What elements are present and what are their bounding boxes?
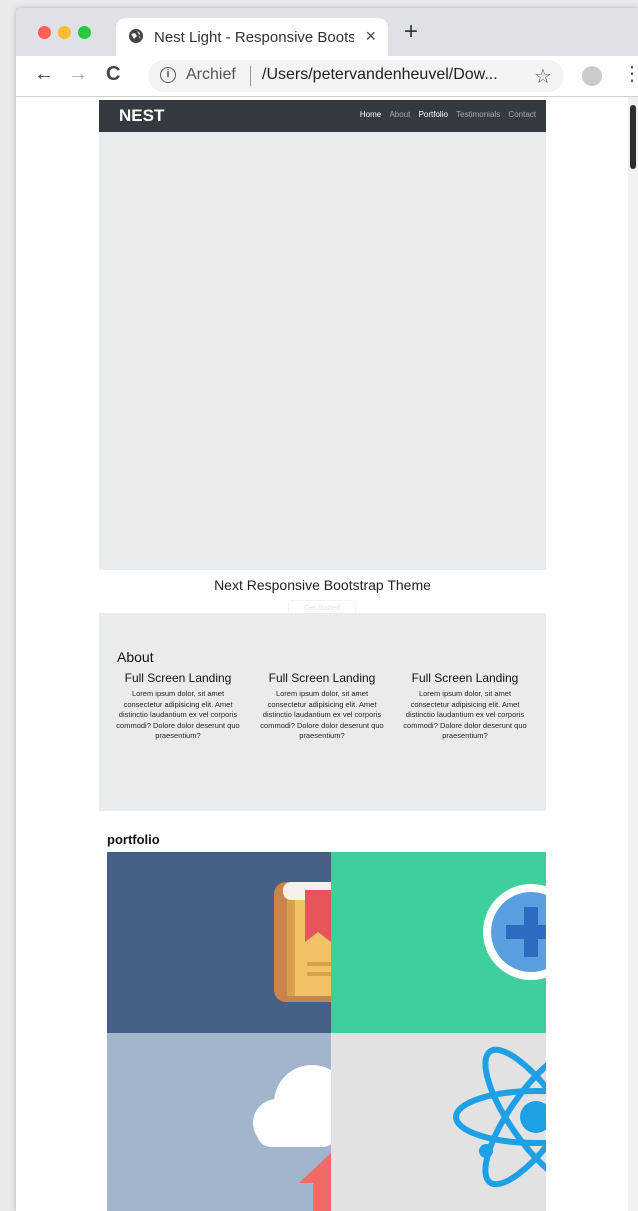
browser-toolbar: ← → C i Archief /Users/petervandenheuvel… <box>16 56 638 97</box>
card-text: Lorem ipsum dolor, sit amet consectetur … <box>260 689 384 740</box>
portfolio-item-atom[interactable] <box>331 1033 546 1211</box>
bookmark-star-icon[interactable]: ☆ <box>534 64 552 89</box>
card-text: Lorem ipsum dolor, sit amet consectetur … <box>116 689 240 740</box>
cloud-upload-icon <box>253 1065 331 1211</box>
reload-button[interactable]: C <box>106 62 120 86</box>
new-tab-button[interactable]: + <box>404 20 418 44</box>
page-scrollbar[interactable] <box>628 97 638 1211</box>
atom-icon <box>453 1046 546 1188</box>
page-content: NEST Home About Portfolio Testimonials C… <box>16 97 638 1211</box>
browser-window: Nest Light - Responsive Bootstrap Theme … <box>16 8 638 1211</box>
browser-tab[interactable]: Nest Light - Responsive Bootstrap Theme … <box>116 18 388 56</box>
maximize-window-button[interactable] <box>78 26 91 39</box>
about-card: Full Screen Landing Lorem ipsum dolor, s… <box>113 671 243 742</box>
portfolio-item-cloud[interactable] <box>107 1033 331 1211</box>
nav-links: Home About Portfolio Testimonials Contac… <box>354 110 536 119</box>
portfolio-title: portfolio <box>107 832 160 847</box>
title-bar: Nest Light - Responsive Bootstrap Theme … <box>16 8 638 56</box>
address-bar[interactable]: i Archief /Users/petervandenheuvel/Dow..… <box>148 60 564 92</box>
nav-link-portfolio[interactable]: Portfolio <box>419 110 448 119</box>
menu-icon[interactable]: ⋮ <box>622 64 638 84</box>
about-card: Full Screen Landing Lorem ipsum dolor, s… <box>257 671 387 742</box>
portfolio-item-plus[interactable] <box>331 852 546 1033</box>
card-title: Full Screen Landing <box>124 671 232 685</box>
tab-close-icon[interactable]: × <box>365 26 376 47</box>
book-icon <box>274 882 331 1002</box>
hero-title: Next Responsive Bootstrap Theme <box>214 577 431 593</box>
about-section: About Full Screen Landing Lorem ipsum do… <box>99 613 546 811</box>
close-window-button[interactable] <box>38 26 51 39</box>
site-navbar: NEST Home About Portfolio Testimonials C… <box>99 100 546 132</box>
address-scheme-label: Archief <box>186 66 236 83</box>
address-separator <box>250 66 251 86</box>
tab-title: Nest Light - Responsive Bootstrap Theme <box>154 29 354 46</box>
nav-link-home[interactable]: Home <box>360 110 381 119</box>
profile-avatar[interactable] <box>582 66 602 86</box>
portfolio-item-book[interactable] <box>107 852 331 1033</box>
about-title: About <box>117 649 154 665</box>
nav-link-contact[interactable]: Contact <box>508 110 536 119</box>
nav-link-about[interactable]: About <box>389 110 410 119</box>
address-url[interactable]: /Users/petervandenheuvel/Dow... <box>262 66 498 84</box>
card-title: Full Screen Landing <box>411 671 519 685</box>
back-button[interactable]: ← <box>34 62 54 86</box>
about-card: Full Screen Landing Lorem ipsum dolor, s… <box>400 671 530 742</box>
nav-link-testimonials[interactable]: Testimonials <box>456 110 500 119</box>
card-title: Full Screen Landing <box>268 671 376 685</box>
minimize-window-button[interactable] <box>58 26 71 39</box>
hero-section <box>99 132 546 570</box>
plus-icon <box>483 884 546 980</box>
forward-button[interactable]: → <box>68 62 88 86</box>
card-text: Lorem ipsum dolor, sit amet consectetur … <box>403 689 527 740</box>
globe-icon <box>129 29 143 43</box>
info-icon[interactable]: i <box>160 67 176 83</box>
scrollbar-thumb[interactable] <box>630 105 636 169</box>
site-brand[interactable]: NEST <box>119 106 164 126</box>
